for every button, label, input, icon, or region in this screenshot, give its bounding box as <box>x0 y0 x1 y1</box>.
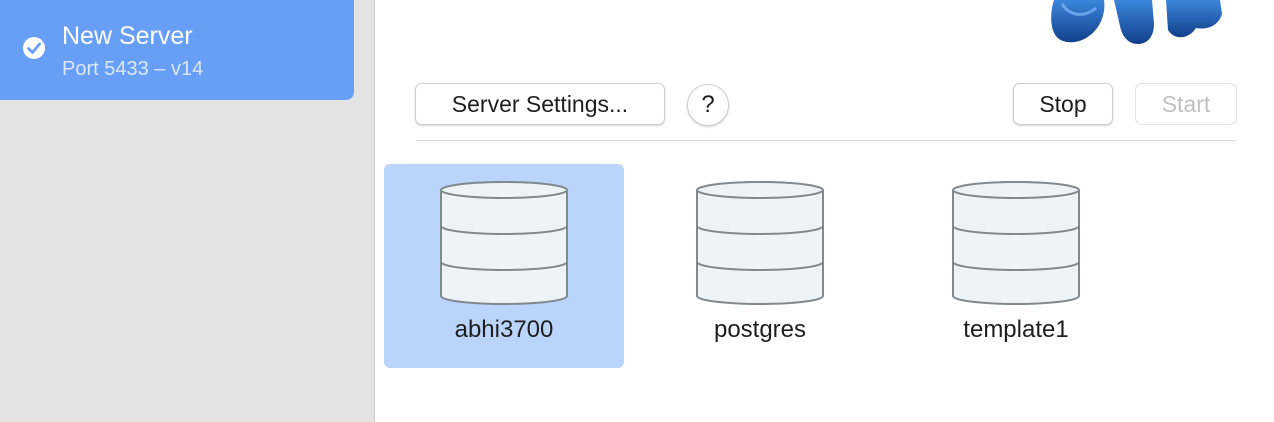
sidebar: New Server Port 5433 – v14 <box>0 0 375 422</box>
start-button: Start <box>1135 83 1237 125</box>
help-button[interactable]: ? <box>687 84 729 126</box>
elephant-logo-icon <box>1051 0 1222 44</box>
database-icon <box>696 181 824 305</box>
server-settings-button[interactable]: Server Settings... <box>415 83 665 125</box>
postgres-app-window: New Server Port 5433 – v14 Server Settin… <box>0 0 1274 422</box>
check-circle-icon <box>23 37 45 59</box>
database-icon <box>440 181 568 305</box>
server-name: New Server <box>62 22 193 50</box>
database-icon <box>952 181 1080 305</box>
sidebar-item-server[interactable]: New Server Port 5433 – v14 <box>0 0 354 100</box>
database-tile[interactable]: postgres <box>640 164 880 368</box>
toolbar-divider <box>416 140 1236 141</box>
database-name: abhi3700 <box>454 316 554 343</box>
database-name: template1 <box>963 316 1069 343</box>
stop-button[interactable]: Stop <box>1013 83 1113 125</box>
server-subtitle: Port 5433 – v14 <box>62 58 204 80</box>
database-tile[interactable]: template1 <box>896 164 1136 368</box>
database-name: postgres <box>713 316 807 343</box>
database-tile[interactable]: abhi3700 <box>384 164 624 368</box>
